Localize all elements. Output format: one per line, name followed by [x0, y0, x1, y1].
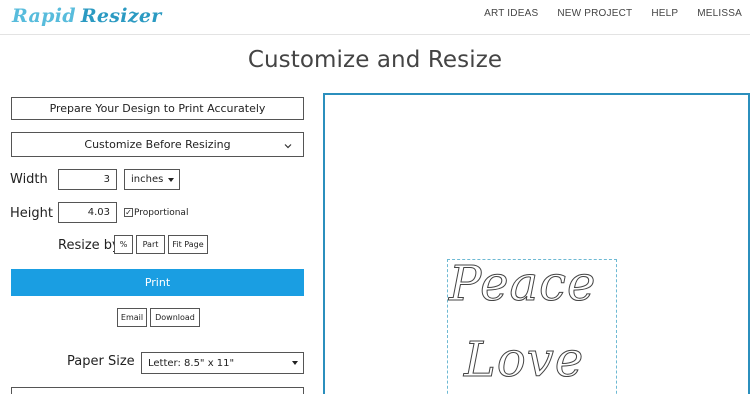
paper-size-value: Letter: 8.5" x 11"	[148, 357, 235, 369]
logo[interactable]: Rapid Resizer	[12, 1, 162, 31]
customize-before-resizing-dropdown[interactable]: Customize Before Resizing	[11, 132, 304, 157]
prepare-design-button[interactable]: Prepare Your Design to Print Accurately	[11, 97, 304, 120]
design-text-line-2: Love	[463, 332, 585, 389]
logo-word-rapid: Rapid	[12, 5, 76, 27]
logo-word-resizer: Resizer	[80, 5, 162, 27]
width-input[interactable]: 3	[58, 169, 117, 190]
nav-link-help[interactable]: HELP	[651, 8, 678, 19]
height-label: Height	[10, 206, 53, 221]
paper-size-label: Paper Size	[67, 354, 135, 369]
caret-down-icon	[168, 177, 174, 182]
unit-select[interactable]: inches	[124, 169, 180, 190]
chevron-down-icon	[284, 144, 292, 149]
nav-link-art-ideas[interactable]: ART IDEAS	[484, 8, 538, 19]
width-label: Width	[10, 172, 48, 187]
nav-link-user-account[interactable]: MELISSA	[697, 8, 742, 19]
unit-select-value: inches	[131, 174, 164, 185]
main-nav: ART IDEAS NEW PROJECT HELP MELISSA	[465, 0, 742, 26]
customize-dropdown-label: Customize Before Resizing	[84, 138, 231, 151]
resize-fit-page-button[interactable]: Fit Page	[168, 235, 208, 254]
nav-link-new-project[interactable]: NEW PROJECT	[557, 8, 632, 19]
height-input[interactable]: 4.03	[58, 202, 117, 223]
proportional-label: Proportional	[134, 208, 189, 218]
paper-size-select[interactable]: Letter: 8.5" x 11"	[141, 352, 304, 374]
print-button[interactable]: Print	[11, 269, 304, 296]
design-text-line-1: Peace	[448, 256, 597, 313]
page-title: Customize and Resize	[247, 47, 503, 73]
resize-by-part-button[interactable]: Part	[136, 235, 165, 254]
resize-by-percent-button[interactable]: %	[114, 235, 133, 254]
top-navigation-bar: Rapid Resizer ART IDEAS NEW PROJECT HELP…	[0, 0, 750, 35]
next-panel-button[interactable]	[11, 387, 304, 394]
email-button[interactable]: Email	[117, 308, 147, 327]
proportional-checkbox[interactable]: ✓	[124, 208, 133, 217]
caret-down-icon	[292, 361, 298, 365]
download-button[interactable]: Download	[150, 308, 200, 327]
resize-by-label: Resize by	[58, 238, 120, 253]
